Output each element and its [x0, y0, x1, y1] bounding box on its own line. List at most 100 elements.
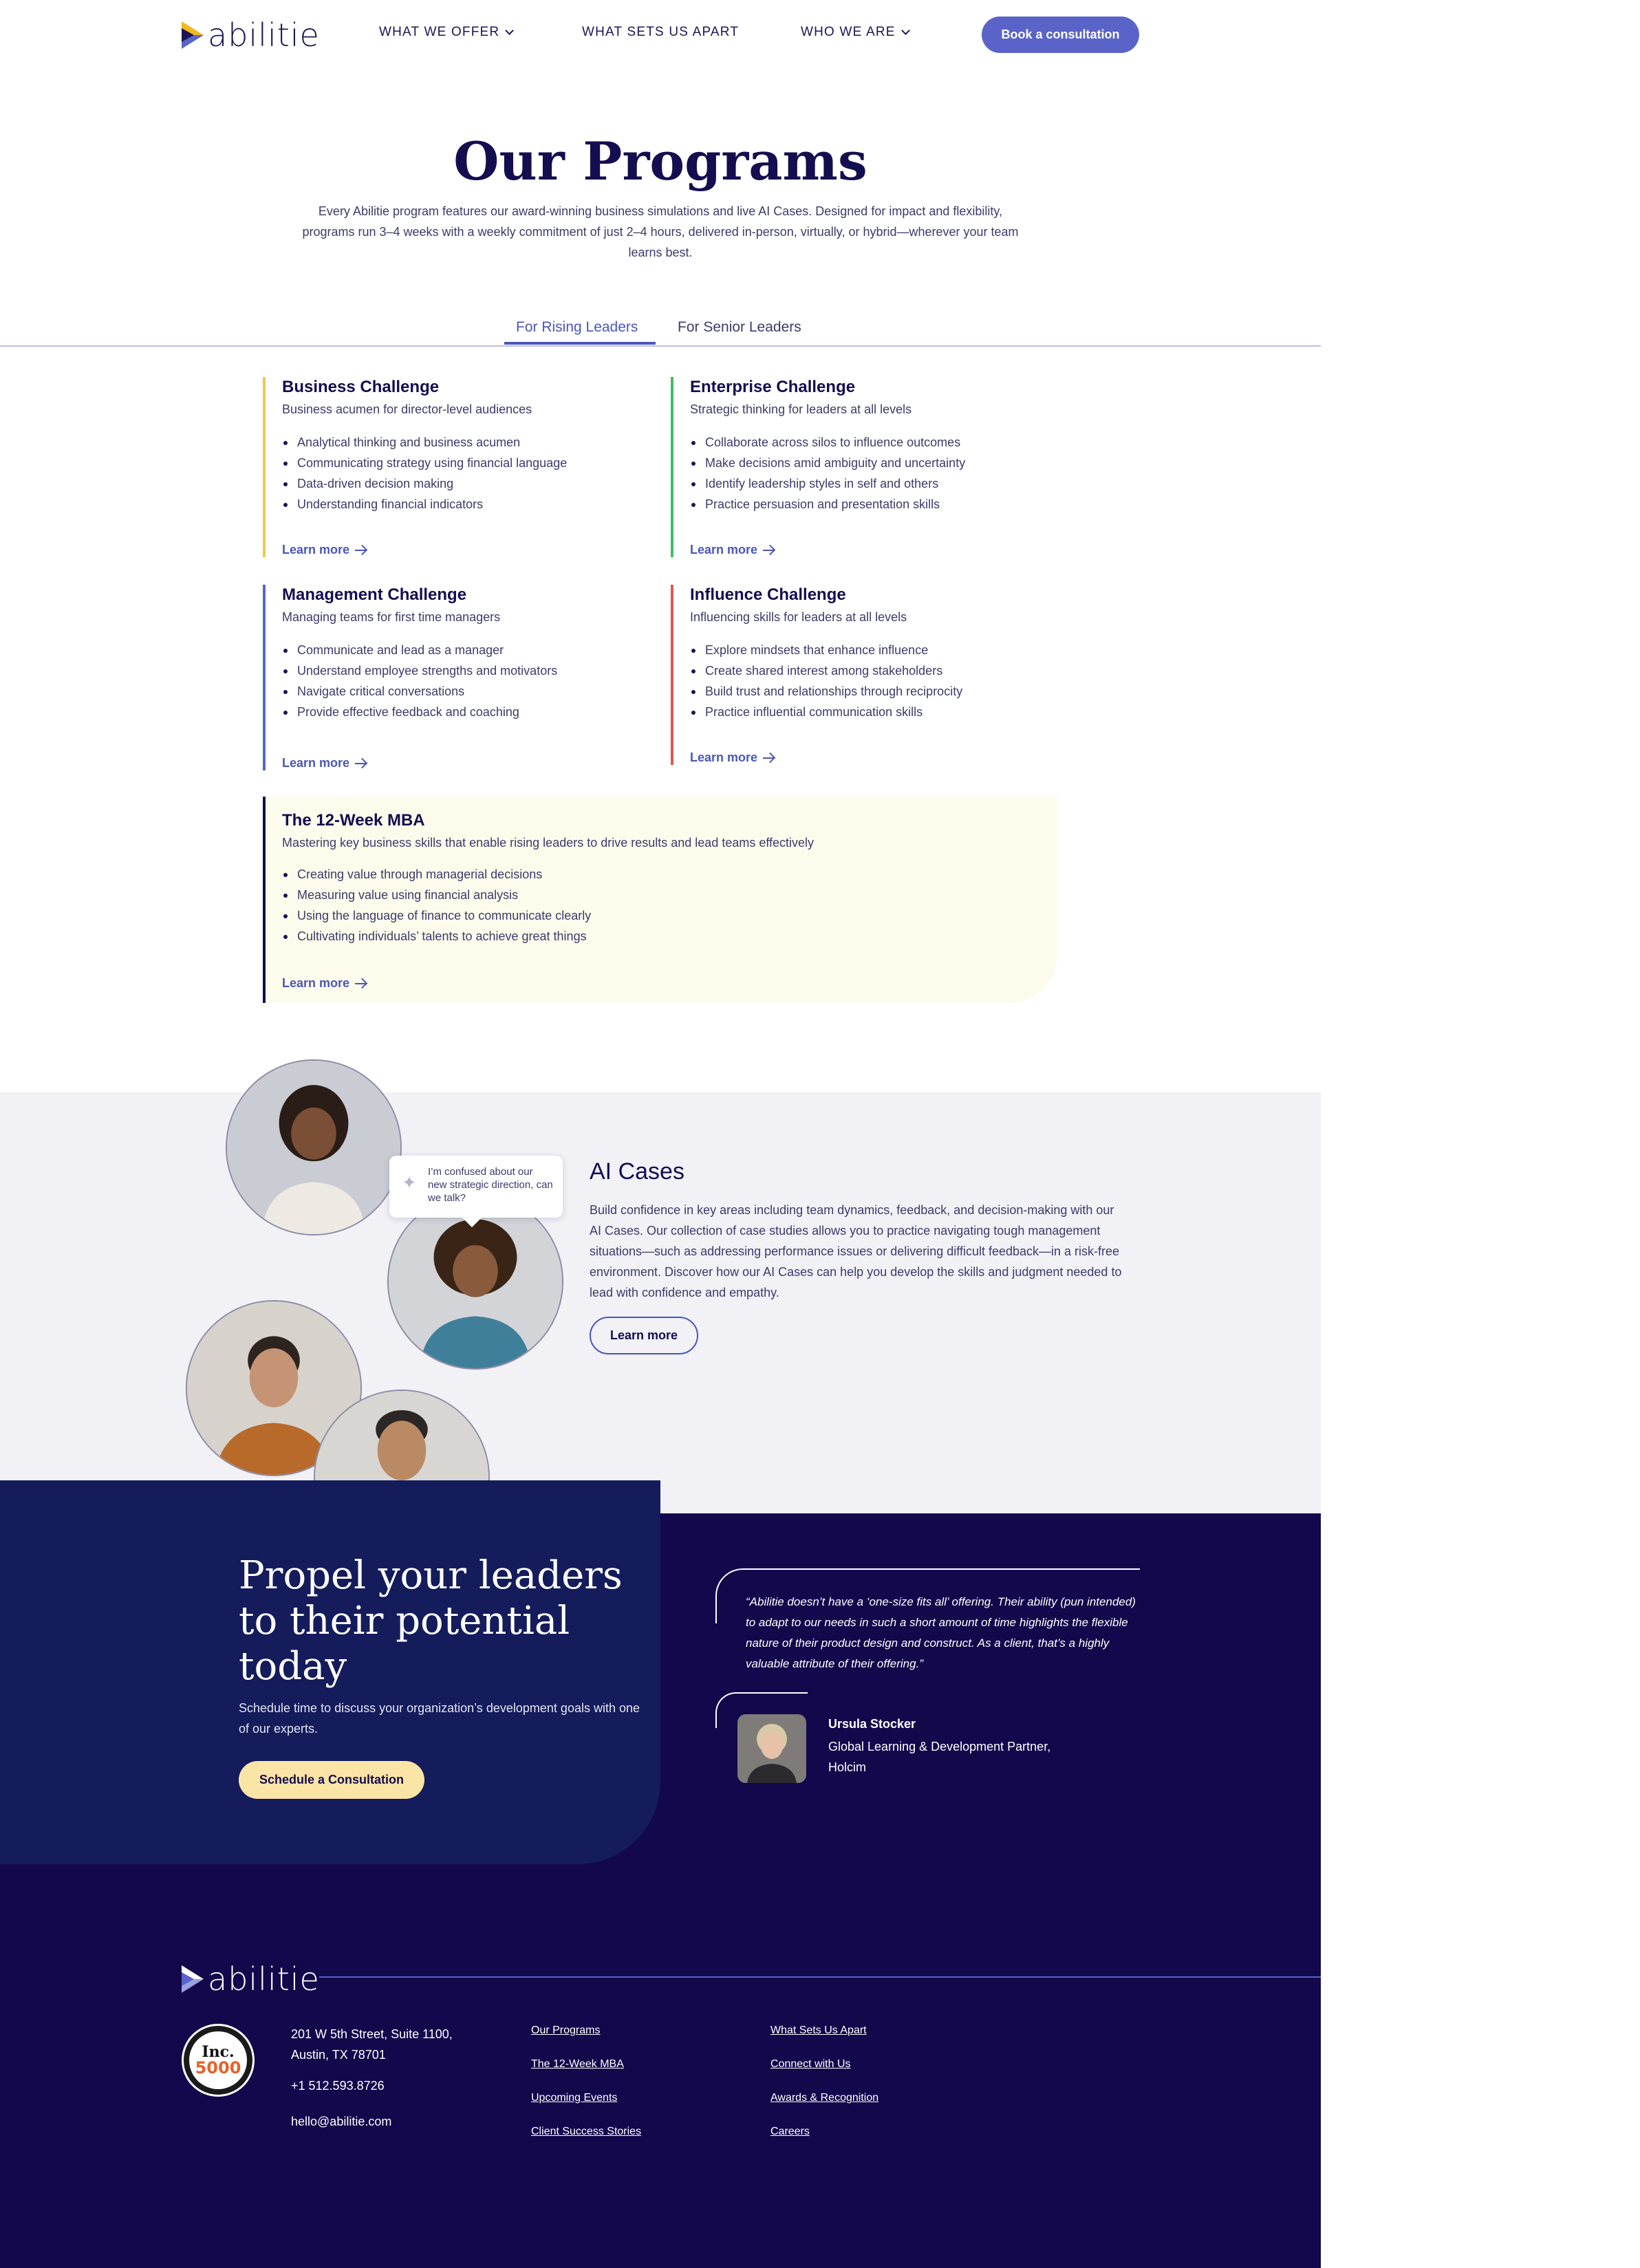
program-title: Management Challenge — [282, 585, 467, 604]
card-accent-bar — [263, 377, 266, 557]
program-bullets: Creating value through managerial decisi… — [282, 864, 1019, 947]
footer-divider — [319, 1976, 1321, 1978]
link-label: Learn more — [282, 756, 350, 770]
program-card-management: Management Challenge Managing teams for … — [263, 585, 648, 770]
program-bullets: Analytical thinking and business acumen … — [282, 432, 648, 515]
footer-phone[interactable]: +1 512.593.8726 — [291, 2079, 385, 2093]
bullet: Create shared interest among stakeholder… — [690, 660, 1056, 681]
bullet: Provide effective feedback and coaching — [282, 702, 648, 722]
bullet: Analytical thinking and business acumen — [282, 432, 648, 453]
chat-bubble: ✦ I’m confused about our new strategic d… — [389, 1156, 563, 1218]
logo-text: abilitie — [208, 1961, 320, 1998]
program-bullets: Explore mindsets that enhance influence … — [690, 640, 1056, 722]
footer-link-12-week-mba[interactable]: The 12-Week MBA — [531, 2058, 624, 2071]
program-title: The 12-Week MBA — [282, 811, 425, 830]
footer-link-careers[interactable]: Careers — [770, 2126, 810, 2138]
schedule-consultation-button[interactable]: Schedule a Consultation — [239, 1761, 424, 1799]
testimonial-avatar — [737, 1714, 806, 1783]
program-tabs: For Rising Leaders For Senior Leaders — [0, 311, 1321, 347]
link-label: Learn more — [282, 543, 350, 557]
footer-logo[interactable]: abilitie — [180, 1961, 320, 1998]
chevron-down-icon — [505, 26, 515, 35]
card-accent-bar — [263, 797, 266, 1003]
book-consultation-button[interactable]: Book a consultation — [982, 17, 1139, 53]
nav-label: WHO WE ARE — [801, 25, 896, 39]
bullet: Identify leadership styles in self and o… — [690, 473, 1056, 494]
badge-number: 5000 — [195, 2058, 241, 2077]
learn-more-link[interactable]: Learn more — [690, 750, 775, 765]
cta-title: Propel your leaders to their potential t… — [239, 1553, 623, 1689]
bullet: Explore mindsets that enhance influence — [690, 640, 1056, 660]
footer-link-upcoming-events[interactable]: Upcoming Events — [531, 2092, 617, 2104]
chevron-down-icon — [900, 26, 910, 35]
bullet: Collaborate across silos to influence ou… — [690, 432, 1056, 453]
footer-address: 201 W 5th Street, Suite 1100, Austin, TX… — [291, 2027, 453, 2062]
program-subtitle: Strategic thinking for leaders at all le… — [690, 402, 912, 416]
program-card-influence: Influence Challenge Influencing skills f… — [671, 585, 1056, 765]
logo-mark-icon — [182, 1965, 204, 1993]
bullet: Practice persuasion and presentation ski… — [690, 494, 1056, 515]
tab-rising-leaders[interactable]: For Rising Leaders — [516, 319, 638, 336]
tab-senior-leaders[interactable]: For Senior Leaders — [678, 319, 801, 336]
ai-cases-title: AI Cases — [590, 1158, 684, 1185]
ai-cases-description: Build confidence in key areas including … — [590, 1203, 1122, 1299]
logo[interactable]: abilitie — [180, 17, 320, 54]
nav-who-we-are[interactable]: WHO WE ARE — [801, 25, 910, 40]
footer-link-connect[interactable]: Connect with Us — [770, 2058, 851, 2071]
learn-more-link[interactable]: Learn more — [282, 543, 367, 557]
cta-description: Schedule time to discuss your organizati… — [239, 1701, 640, 1736]
page: abilitie WHAT WE OFFER WHAT SETS US APAR… — [0, 0, 1321, 2268]
bullet: Measuring value using financial analysis — [282, 885, 1019, 905]
card-accent-bar — [671, 585, 673, 765]
footer-email[interactable]: hello@abilitie.com — [291, 2115, 391, 2129]
ai-learn-more-button[interactable]: Learn more — [590, 1317, 698, 1354]
bullet: Data-driven decision making — [282, 473, 648, 494]
nav-what-sets-us-apart[interactable]: WHAT SETS US APART — [582, 25, 739, 40]
program-subtitle: Mastering key business skills that enabl… — [282, 836, 814, 850]
card-accent-bar — [263, 585, 266, 770]
bullet: Communicate and lead as a manager — [282, 640, 648, 660]
logo-mark-icon — [182, 21, 204, 49]
program-title: Business Challenge — [282, 378, 440, 396]
arrow-right-icon — [355, 982, 367, 984]
learn-more-link[interactable]: Learn more — [690, 543, 775, 557]
chat-bubble-text: I’m confused about our new strategic dir… — [428, 1166, 553, 1204]
inc-5000-badge: Inc. 5000 — [182, 2024, 255, 2097]
badge-label: Inc. — [202, 2043, 235, 2061]
testimonial-quote: “Abilitie doesn’t have a ‘one-size fits … — [746, 1595, 1136, 1670]
bullet: Make decisions amid ambiguity and uncert… — [690, 453, 1056, 473]
testimonial-role: Global Learning & Development Partner, H… — [828, 1740, 1051, 1774]
footer-link-awards[interactable]: Awards & Recognition — [770, 2092, 878, 2104]
testimonial-name: Ursula Stocker — [828, 1717, 916, 1731]
arrow-right-icon — [355, 762, 367, 764]
active-tab-indicator — [504, 342, 656, 345]
bullet: Cultivating individuals’ talents to achi… — [282, 926, 1019, 947]
footer-link-our-programs[interactable]: Our Programs — [531, 2024, 600, 2037]
program-title: Influence Challenge — [690, 585, 846, 604]
program-title: Enterprise Challenge — [690, 378, 856, 396]
arrow-right-icon — [763, 757, 775, 759]
program-card-business: Business Challenge Business acumen for d… — [263, 377, 648, 557]
program-card-mba: The 12-Week MBA Mastering key business s… — [263, 797, 1019, 1003]
learn-more-link[interactable]: Learn more — [282, 976, 367, 991]
arrow-right-icon — [355, 549, 367, 551]
page-title: Our Programs — [453, 131, 867, 192]
learn-more-link[interactable]: Learn more — [282, 756, 367, 770]
nav-what-we-offer[interactable]: WHAT WE OFFER — [379, 25, 515, 40]
footer-link-what-sets-us-apart[interactable]: What Sets Us Apart — [770, 2024, 867, 2037]
logo-text: abilitie — [208, 17, 320, 54]
bullet: Build trust and relationships through re… — [690, 681, 1056, 702]
bullet: Navigate critical conversations — [282, 681, 648, 702]
footer-link-client-stories[interactable]: Client Success Stories — [531, 2126, 641, 2138]
program-card-enterprise: Enterprise Challenge Strategic thinking … — [671, 377, 1056, 557]
top-nav: abilitie WHAT WE OFFER WHAT SETS US APAR… — [0, 0, 1321, 69]
nav-label: WHAT WE OFFER — [379, 25, 500, 39]
bullet: Creating value through managerial decisi… — [282, 864, 1019, 885]
link-label: Learn more — [690, 750, 758, 764]
badge-inner: Inc. 5000 — [189, 2031, 247, 2089]
link-label: Learn more — [690, 543, 758, 557]
program-subtitle: Business acumen for director-level audie… — [282, 402, 532, 416]
bullet: Communicating strategy using financial l… — [282, 453, 648, 473]
program-bullets: Communicate and lead as a manager Unders… — [282, 640, 648, 722]
avatar-woman-smiling — [226, 1059, 402, 1235]
